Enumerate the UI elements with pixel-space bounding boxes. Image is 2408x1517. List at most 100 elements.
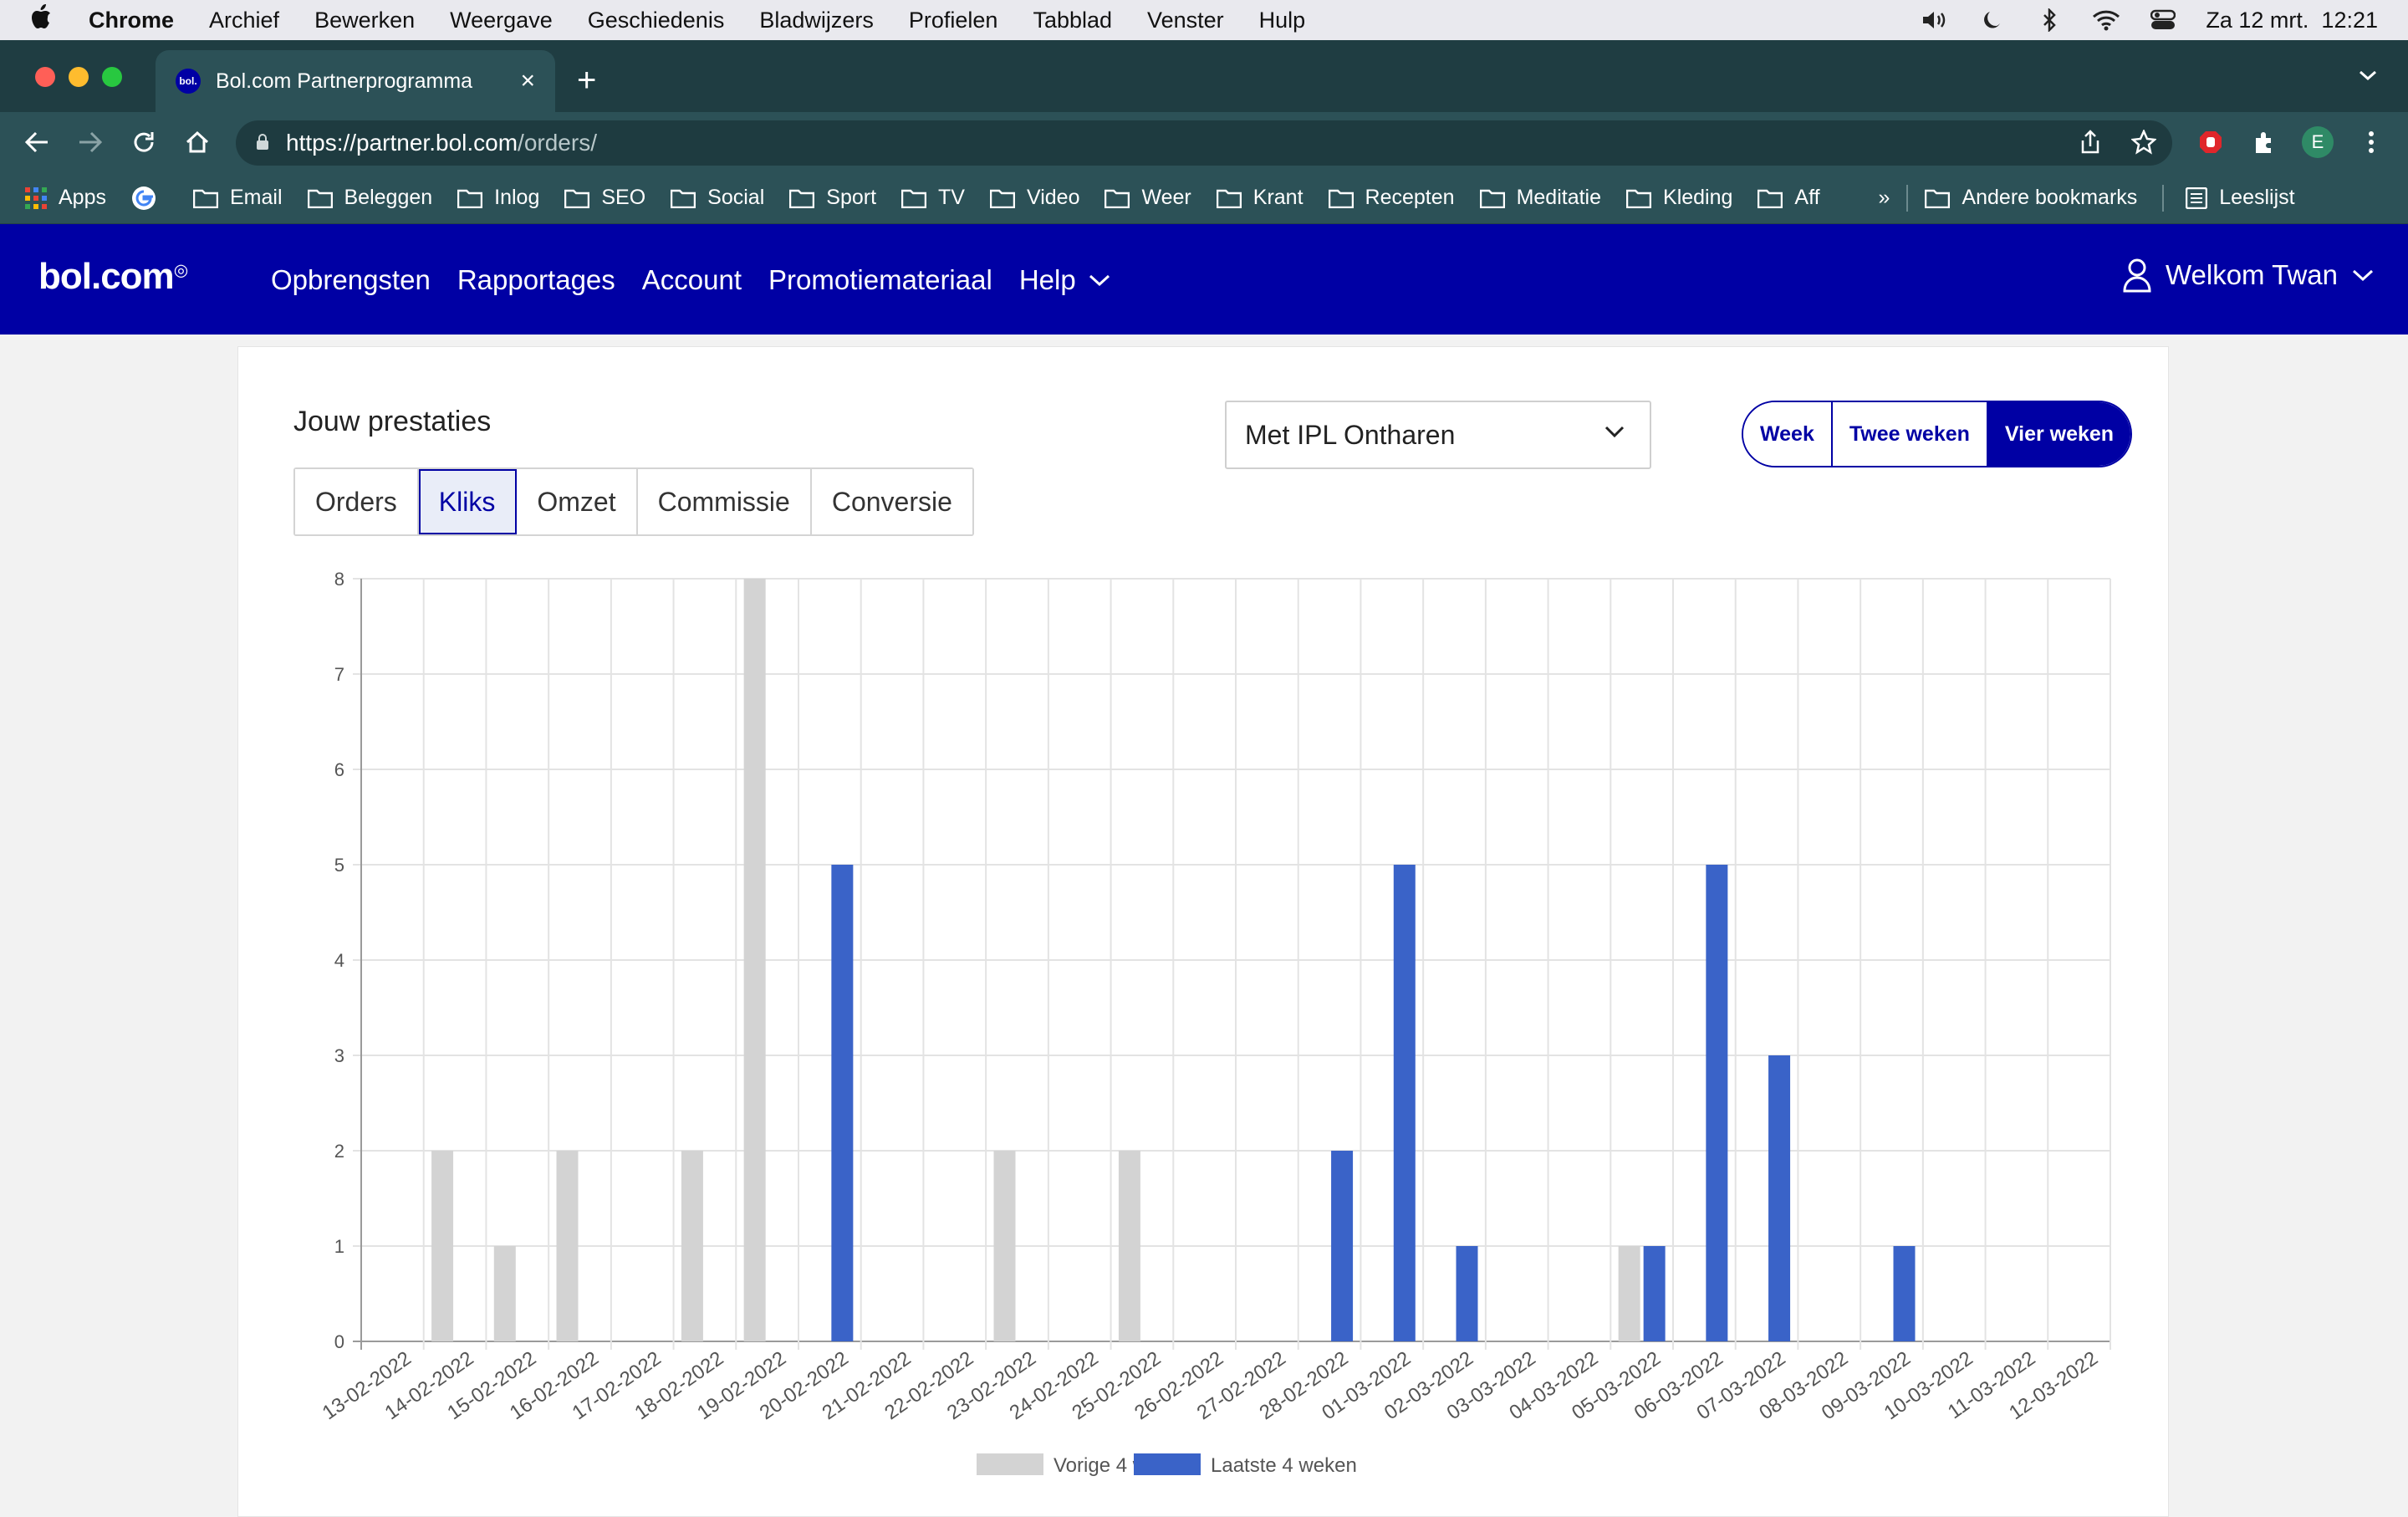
volume-icon[interactable] [1921,8,1950,32]
reading-list-button[interactable]: Leeslijst [2186,186,2295,210]
moon-icon[interactable] [1978,8,2007,32]
bookmark-star-icon[interactable] [2127,125,2161,159]
bookmark-label: Recepten [1365,186,1455,209]
bol-logo[interactable]: bol.com◎ [38,256,188,298]
filter-select[interactable]: Met IPL Ontharen [1225,401,1651,469]
control-center-icon[interactable] [2149,8,2177,32]
share-icon[interactable] [2074,125,2107,159]
bookmark-google[interactable] [131,186,168,211]
site-header: bol.com◎ Opbrengsten Rapportages Account… [0,224,2408,335]
menu-app-name[interactable]: Chrome [89,8,174,33]
tab-search-chevron-icon[interactable] [2358,69,2378,86]
y-tick-label: 1 [334,1236,344,1257]
window-close-button[interactable] [35,67,55,87]
bookmark-folder-other[interactable]: Andere bookmarks [1925,186,2137,210]
bookmark-label: Krant [1252,186,1303,209]
period-toggle: Week Twee weken Vier weken [1742,401,2133,467]
period-four-weeks-button[interactable]: Vier weken [1987,402,2131,466]
tab-close-icon[interactable]: × [520,67,535,95]
lock-icon[interactable] [256,130,269,156]
bookmark-label: Social [707,186,765,209]
window-zoom-button[interactable] [102,67,122,87]
nav-promotiemateriaal[interactable]: Promotiemateriaal [768,264,992,296]
bookmarks-overflow-button[interactable]: » [1879,186,1890,210]
bookmark-folder-aff[interactable]: Aff [1758,186,1820,210]
bar-current [831,865,854,1341]
bookmark-folder-tv[interactable]: TV [901,186,965,210]
y-tick-label: 2 [334,1141,344,1162]
bar-previous [993,1151,1016,1341]
bookmark-folder-social[interactable]: Social [671,186,764,210]
chevron-down-icon [1089,274,1110,287]
kebab-menu-icon[interactable] [2354,125,2388,159]
chevron-down-icon [1604,426,1625,438]
url-host: https://partner.bol.com [286,130,518,156]
bluetooth-icon[interactable] [2035,8,2064,32]
bar-current [1893,1246,1916,1341]
bookmark-folder-meditatie[interactable]: Meditatie [1479,186,1602,210]
bookmark-folder-video[interactable]: Video [989,186,1079,210]
browser-tab-active[interactable]: bol. Bol.com Partnerprogramma × [156,50,555,112]
main-nav: Opbrengsten Rapportages Account Promotie… [271,264,1111,296]
menu-bewerken[interactable]: Bewerken [314,8,415,33]
address-bar[interactable]: https://partner.bol.com/orders/ [236,120,2172,166]
bookmark-label: Apps [59,186,106,209]
menu-hulp[interactable]: Hulp [1259,8,1306,33]
bar-current [1331,1151,1354,1341]
forward-arrow-icon[interactable] [74,125,107,159]
back-arrow-icon[interactable] [20,125,54,159]
chevron-down-icon [2352,269,2374,282]
period-two-weeks-button[interactable]: Twee weken [1832,402,1988,466]
menu-bladwijzers[interactable]: Bladwijzers [759,8,874,33]
extension-adblock-icon[interactable] [2194,125,2227,159]
tab-orders[interactable]: Orders [295,469,419,534]
menu-profielen[interactable]: Profielen [909,8,998,33]
bookmark-folder-kleding[interactable]: Kleding [1626,186,1732,210]
tab-commissie[interactable]: Commissie [637,469,812,534]
bookmark-label: TV [938,186,965,209]
legend-label: Laatste 4 weken [1211,1454,1357,1477]
bookmark-label: Meditatie [1516,186,1602,209]
extensions-puzzle-icon[interactable] [2247,125,2281,159]
bookmark-folder-recepten[interactable]: Recepten [1328,186,1455,210]
user-menu[interactable]: Welkom Twan [2122,258,2375,293]
y-tick-label: 8 [334,569,344,590]
period-week-button[interactable]: Week [1743,402,1833,466]
tab-conversie[interactable]: Conversie [811,469,972,534]
menu-weergave[interactable]: Weergave [450,8,553,33]
bar-current [1456,1246,1478,1341]
url-path: /orders/ [518,130,597,156]
filter-select-value: Met IPL Ontharen [1245,419,1456,450]
apple-icon[interactable] [30,4,64,36]
nav-account[interactable]: Account [642,264,742,296]
y-tick-label: 4 [334,950,344,971]
window-minimize-button[interactable] [69,67,89,87]
tab-omzet[interactable]: Omzet [517,469,638,534]
profile-avatar[interactable]: E [2301,125,2334,159]
home-icon[interactable] [181,125,214,159]
wifi-icon[interactable] [2092,8,2120,32]
google-icon [131,186,156,210]
bookmark-folder-seo[interactable]: SEO [564,186,645,210]
bookmark-folder-email[interactable]: Email [192,186,283,210]
bar-previous [431,1151,454,1341]
bookmark-folder-weer[interactable]: Weer [1105,186,1191,210]
menubar-datetime[interactable]: Za 12 mrt. 12:21 [2206,8,2378,33]
tab-kliks[interactable]: Kliks [418,469,518,534]
nav-rapportages[interactable]: Rapportages [457,264,615,296]
bookmark-folder-krant[interactable]: Krant [1216,186,1303,210]
menu-archief[interactable]: Archief [209,8,279,33]
nav-help[interactable]: Help [1019,264,1111,296]
new-tab-icon[interactable]: + [577,64,596,97]
bookmark-folder-sport[interactable]: Sport [789,186,876,210]
bookmark-folder-inlog[interactable]: Inlog [457,186,539,210]
menu-geschiedenis[interactable]: Geschiedenis [588,8,725,33]
reload-icon[interactable] [127,125,161,159]
bookmark-folder-beleggen[interactable]: Beleggen [307,186,432,210]
bookmarks-bar: Apps Email Beleggen Inlog SEO Social Spo… [0,172,2408,224]
nav-opbrengsten[interactable]: Opbrengsten [271,264,431,296]
bookmark-apps[interactable]: Apps [25,186,106,210]
menu-venster[interactable]: Venster [1147,8,1224,33]
bar-current [1706,865,1728,1341]
menu-tabblad[interactable]: Tabblad [1033,8,1112,33]
